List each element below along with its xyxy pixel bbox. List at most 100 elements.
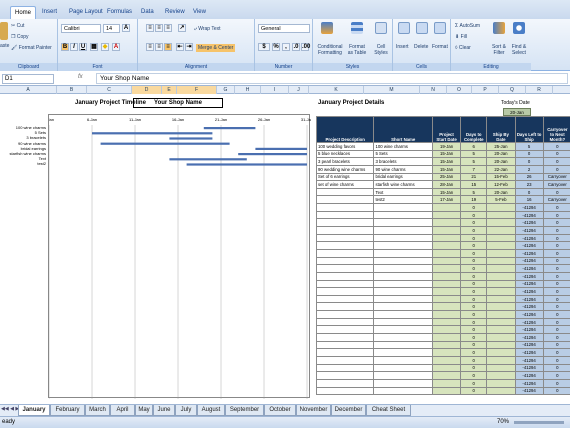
table-cell[interactable]: 0 [460, 333, 488, 342]
table-cell[interactable] [486, 348, 516, 357]
table-cell[interactable]: -41294 [514, 287, 544, 296]
table-cell[interactable]: 15-Feb [486, 172, 516, 182]
copy-button[interactable]: ❐ Copy [11, 34, 29, 40]
number-format-select[interactable]: General [258, 24, 310, 33]
table-cell[interactable]: 0 [542, 371, 570, 380]
table-cell[interactable] [373, 203, 433, 212]
table-cell[interactable] [315, 371, 375, 380]
table-cell[interactable]: 0 [542, 348, 570, 357]
table-cell[interactable] [431, 310, 462, 319]
table-cell[interactable]: -41294 [514, 294, 544, 304]
column-header-a[interactable]: A [0, 86, 57, 94]
table-cell[interactable]: 90 wine charms [373, 164, 433, 174]
table-cell[interactable] [431, 241, 462, 250]
table-cell[interactable] [486, 386, 516, 396]
tab-review[interactable]: Review [161, 6, 189, 19]
table-cell[interactable]: Text [373, 187, 433, 197]
table-cell[interactable] [431, 333, 462, 342]
table-cell[interactable]: 15 [460, 180, 488, 189]
column-header[interactable]: Short Name [373, 116, 433, 143]
font-size-select[interactable]: 14 [103, 24, 120, 33]
table-cell[interactable] [315, 256, 375, 266]
sort-filter-icon[interactable] [493, 22, 505, 34]
table-cell[interactable] [315, 325, 375, 334]
font-name-select[interactable]: Calibri [61, 24, 101, 33]
table-cell[interactable]: 0 [542, 157, 570, 166]
table-cell[interactable]: 23 [514, 180, 544, 189]
table-cell[interactable] [315, 310, 375, 319]
table-cell[interactable]: Set of 6 earrings [315, 172, 375, 182]
format-label[interactable]: Format [432, 44, 448, 50]
table-cell[interactable]: 25-Jan [486, 142, 516, 151]
table-cell[interactable] [431, 226, 462, 235]
table-cell[interactable]: -41294 [514, 378, 544, 388]
table-cell[interactable]: -41294 [514, 363, 544, 373]
table-cell[interactable] [486, 340, 516, 350]
table-cell[interactable]: 19-Jan [431, 142, 462, 151]
currency-icon[interactable]: $ [258, 43, 270, 51]
table-cell[interactable] [431, 371, 462, 380]
table-cell[interactable] [486, 287, 516, 296]
table-cell[interactable]: 7 [460, 164, 488, 174]
table-cell[interactable] [315, 378, 375, 388]
decrease-decimal-icon[interactable]: .00 [301, 43, 310, 51]
table-cell[interactable]: 28-Jan [431, 180, 462, 189]
table-cell[interactable]: 0 [542, 378, 570, 388]
table-cell[interactable]: starfish wine charms [373, 180, 433, 189]
table-cell[interactable]: 0 [542, 363, 570, 373]
sheet-tab-cheat-sheet[interactable]: Cheat Sheet [366, 405, 411, 416]
insert-label[interactable]: Insert [396, 44, 409, 50]
table-cell[interactable]: 0 [460, 241, 488, 250]
tab-formulas[interactable]: Formulas [103, 6, 136, 19]
table-cell[interactable]: 12-Feb [486, 180, 516, 189]
table-cell[interactable] [373, 294, 433, 304]
table-cell[interactable] [486, 226, 516, 235]
table-cell[interactable] [315, 233, 375, 243]
table-cell[interactable] [486, 371, 516, 380]
conditional-formatting-icon[interactable] [321, 22, 333, 34]
table-cell[interactable]: 0 [542, 279, 570, 289]
table-cell[interactable]: 0 [460, 287, 488, 296]
align-left-icon[interactable]: ≡ [146, 43, 154, 51]
table-cell[interactable]: -41294 [514, 340, 544, 350]
table-cell[interactable] [486, 325, 516, 334]
table-cell[interactable] [431, 271, 462, 281]
table-cell[interactable]: 0 [460, 203, 488, 212]
table-cell[interactable] [373, 233, 433, 243]
sheet-tab-august[interactable]: August [197, 405, 225, 416]
table-cell[interactable] [431, 348, 462, 357]
table-cell[interactable] [315, 386, 375, 396]
table-cell[interactable]: 25-Jan [431, 172, 462, 182]
column-header-q[interactable]: Q [499, 86, 526, 94]
format-painter-button[interactable]: 🖌 Format Painter [11, 45, 52, 51]
table-cell[interactable]: 6 [460, 142, 488, 151]
table-cell[interactable] [486, 333, 516, 342]
table-cell[interactable]: 0 [460, 302, 488, 312]
column-header-c[interactable]: C [87, 86, 132, 94]
zoom-slider[interactable] [514, 421, 564, 424]
sheet-tab-july[interactable]: July [175, 405, 197, 416]
sheet-tab-december[interactable]: December [331, 405, 366, 416]
table-cell[interactable] [315, 195, 375, 205]
delete-icon[interactable] [416, 22, 428, 34]
table-cell[interactable] [315, 363, 375, 373]
table-cell[interactable]: -41294 [514, 386, 544, 396]
table-cell[interactable]: -41294 [514, 302, 544, 312]
column-header-f[interactable]: F [177, 86, 217, 94]
table-cell[interactable] [486, 363, 516, 373]
tab-view[interactable]: View [189, 6, 210, 19]
table-cell[interactable]: 100 wedding favors [315, 142, 375, 151]
column-header-m[interactable]: M [364, 86, 420, 94]
paste-label[interactable]: aste [0, 43, 9, 49]
table-cell[interactable]: -41294 [514, 333, 544, 342]
column-header-r[interactable]: R [526, 86, 553, 94]
table-cell[interactable] [431, 287, 462, 296]
table-cell[interactable] [431, 264, 462, 273]
table-cell[interactable]: -41294 [514, 248, 544, 258]
table-cell[interactable]: 0 [542, 271, 570, 281]
worksheet-grid[interactable]: January Project Timeline Your Shop Name … [0, 94, 570, 404]
align-top-icon[interactable]: ≡ [146, 24, 154, 32]
table-cell[interactable]: 0 [460, 317, 488, 327]
table-cell[interactable] [373, 333, 433, 342]
table-cell[interactable] [486, 203, 516, 212]
